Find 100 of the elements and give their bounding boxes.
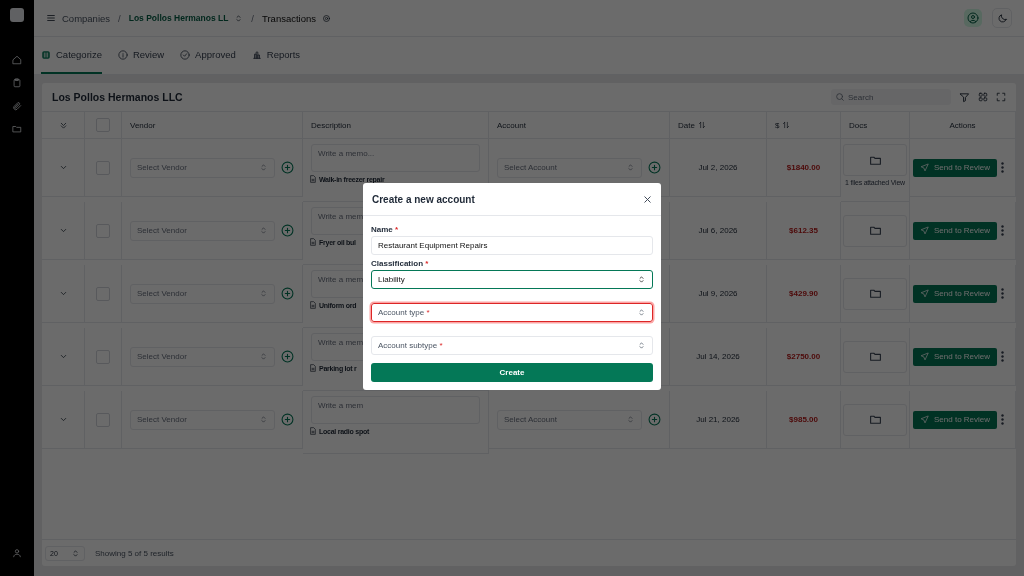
add-circle-icon[interactable] [648, 413, 661, 426]
fullscreen-icon [996, 92, 1006, 102]
folder-icon [868, 350, 882, 363]
dialog-title: Create a new account [372, 193, 475, 205]
sort-icon [697, 121, 706, 129]
amount-text: $1840.00 [786, 163, 821, 172]
home-icon [12, 55, 22, 65]
close-icon[interactable] [643, 194, 652, 204]
add-circle-icon[interactable] [281, 413, 294, 426]
breadcrumb-link[interactable]: Companies [62, 12, 111, 24]
send-icon [920, 289, 929, 298]
chevron-down-icon [58, 352, 68, 361]
grid-view-icon [978, 92, 988, 102]
more-options-icon[interactable] [1001, 288, 1005, 299]
breadcrumb-link[interactable]: Transactions [262, 12, 317, 24]
settings-icon [322, 13, 332, 23]
moon-icon [996, 12, 1008, 24]
updown-chevron-icon [259, 289, 268, 298]
select-field[interactable]: Liability [371, 270, 653, 289]
send-to-review-button[interactable]: Send to Review [913, 221, 998, 240]
sort-icon [782, 121, 791, 129]
document-icon [309, 427, 317, 435]
updown-chevron-icon [259, 352, 268, 361]
tab[interactable]: Review [117, 37, 165, 74]
send-icon [920, 415, 929, 424]
amount-text: $612.35 [789, 226, 818, 235]
column-header: Account [497, 120, 526, 130]
column-header-cell[interactable]: Date [670, 111, 767, 139]
updown-chevron-icon [637, 275, 646, 284]
chevron-down-icon [58, 226, 68, 235]
updown-chevron-icon [637, 308, 646, 317]
date-text: Jul 6, 2026 [698, 226, 738, 235]
document-icon [309, 175, 317, 183]
document-icon [309, 238, 317, 246]
info-icon [117, 49, 128, 60]
add-circle-icon[interactable] [648, 161, 661, 174]
send-to-review-button[interactable]: Send to Review [913, 410, 998, 429]
field-label: Name * [371, 225, 400, 234]
user-circle-icon [967, 12, 979, 24]
add-circle-icon[interactable] [281, 161, 294, 174]
date-text: Jul 9, 2026 [698, 289, 738, 298]
column-header: Description [311, 120, 351, 130]
grid-logo-icon [41, 49, 51, 60]
more-options-icon[interactable] [1001, 351, 1005, 362]
profile-button[interactable] [964, 9, 982, 27]
updown-chevron-icon [259, 226, 268, 235]
check-circle-icon [180, 49, 191, 60]
date-text: Jul 14, 2026 [696, 352, 740, 361]
column-header: $ [775, 120, 780, 130]
chevron-down-icon [58, 289, 68, 298]
send-to-review-button[interactable]: Send to Review [913, 347, 998, 366]
updown-chevron-icon [626, 415, 635, 424]
more-options-icon[interactable] [1001, 225, 1005, 236]
add-circle-icon[interactable] [281, 350, 294, 363]
create-button[interactable]: Create [371, 363, 653, 382]
table-title: Los Pollos Hermanos LLC [52, 91, 184, 103]
send-icon [920, 226, 929, 235]
more-options-icon[interactable] [1001, 162, 1005, 173]
amount-text: $429.90 [789, 289, 818, 298]
folder-icon [868, 413, 882, 426]
column-header: Date [678, 120, 695, 130]
column-header: Docs [849, 120, 868, 130]
filter-icon [959, 91, 970, 103]
tab[interactable]: Categorize [41, 37, 102, 74]
expand-all-icon [58, 120, 68, 130]
updown-chevron-icon [71, 548, 80, 558]
send-icon [920, 163, 929, 172]
updown-chevron-icon [259, 163, 268, 172]
theme-toggle-button[interactable] [992, 8, 1012, 28]
amount-text: $2750.00 [786, 352, 821, 361]
date-text: Jul 2, 2026 [698, 163, 738, 172]
column-header: Actions [949, 120, 976, 130]
add-circle-icon[interactable] [281, 287, 294, 300]
add-circle-icon[interactable] [281, 224, 294, 237]
search-icon [835, 92, 845, 102]
send-to-review-button[interactable]: Send to Review [913, 284, 998, 303]
user-icon [12, 548, 22, 558]
tab[interactable]: Approved [180, 37, 236, 74]
folder-icon [12, 124, 22, 134]
updown-chevron-icon [259, 415, 268, 424]
document-icon [309, 364, 317, 372]
field-label: Classification * [371, 259, 430, 268]
clipboard-icon [12, 78, 22, 88]
input-field[interactable]: Restaurant Equipment Repairs [371, 236, 653, 255]
more-options-icon[interactable] [1001, 414, 1005, 425]
send-icon [920, 352, 929, 361]
breadcrumb-separator: / [118, 12, 121, 24]
folder-icon [868, 224, 882, 237]
date-text: Jul 21, 2026 [696, 415, 740, 424]
app-logo[interactable] [10, 8, 24, 22]
column-header: Vendor [130, 120, 156, 130]
column-header-cell[interactable]: $ [767, 111, 841, 139]
select-field[interactable]: Account type * [371, 303, 653, 322]
updown-chevron-icon [626, 163, 635, 172]
breadcrumb-link[interactable]: Los Pollos Hermanos LL [128, 13, 229, 23]
document-icon [309, 301, 317, 309]
send-to-review-button[interactable]: Send to Review [913, 158, 998, 177]
select-field[interactable]: Account subtype * [371, 336, 653, 355]
tab[interactable]: Reports [251, 37, 301, 74]
chevron-down-icon [58, 415, 68, 424]
